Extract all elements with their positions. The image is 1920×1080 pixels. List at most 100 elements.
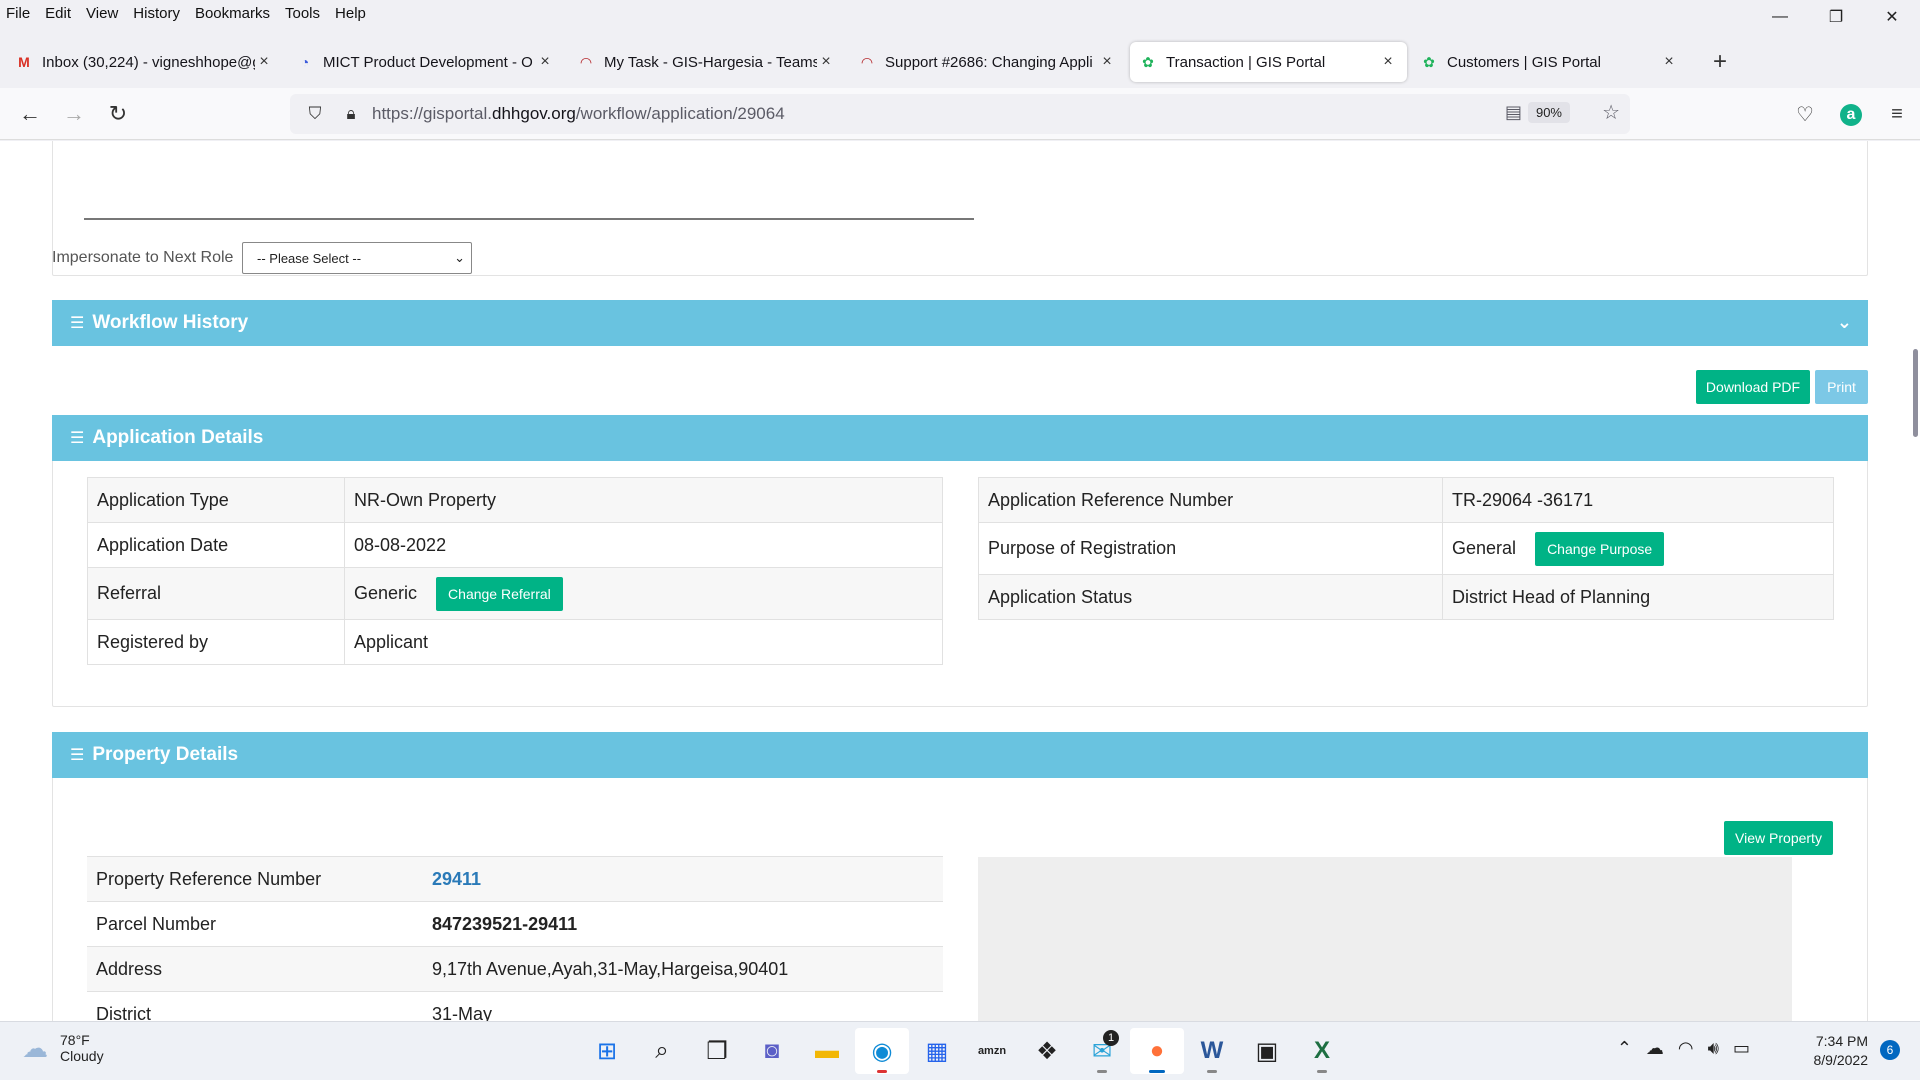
table-row: Application Type NR-Own Property — [87, 477, 943, 523]
chevron-down-icon[interactable]: ⌄ — [1837, 312, 1852, 333]
table-row: Referral Generic Change Referral — [87, 567, 943, 620]
gisportal-icon: ✿ — [1142, 53, 1154, 70]
teams-chat-icon[interactable]: ◙ — [745, 1028, 799, 1074]
tab-title: Transaction | GIS Portal — [1166, 53, 1326, 71]
close-window-button[interactable]: ✕ — [1864, 0, 1920, 34]
edge-icon[interactable]: ◉ — [855, 1028, 909, 1074]
close-tab-icon[interactable]: × — [1379, 53, 1397, 71]
panel-title: Property Details — [92, 744, 239, 765]
back-button[interactable]: ← — [8, 94, 52, 134]
menu-edit[interactable]: Edit — [45, 5, 71, 22]
property-details-table: Property Reference Number 29411 Parcel N… — [87, 856, 943, 1021]
change-referral-button[interactable]: Change Referral — [436, 576, 563, 611]
menu-file[interactable]: File — [6, 5, 30, 22]
property-reference-link[interactable]: 29411 — [423, 856, 943, 902]
mail-icon[interactable]: ✉ 1 — [1075, 1028, 1129, 1074]
menu-bookmarks[interactable]: Bookmarks — [195, 5, 270, 22]
menu-help[interactable]: Help — [335, 5, 366, 22]
reload-button[interactable]: ↻ — [96, 94, 140, 134]
pocket-icon[interactable]: ♡ — [1782, 102, 1828, 127]
taskbar: ☁ 78°F Cloudy ⊞ ⌕ ❐ ◙ ▬ ◉ ▦ amzn ❖ ✉ 1 ● … — [0, 1021, 1920, 1080]
word-icon[interactable]: W — [1185, 1028, 1239, 1074]
menu-history[interactable]: History — [133, 5, 180, 22]
menu-icon[interactable]: ≡ — [1874, 103, 1920, 126]
change-purpose-button[interactable]: Change Purpose — [1535, 531, 1665, 566]
gmail-icon: M — [18, 54, 30, 70]
weather-widget[interactable]: ☁ 78°F Cloudy — [22, 1032, 104, 1064]
workflow-history-header[interactable]: ☰ Workflow History ⌄ — [52, 300, 1868, 346]
store-icon[interactable]: ▦ — [910, 1028, 964, 1074]
view-property-button[interactable]: View Property — [1724, 821, 1833, 855]
property-details-header: ☰ Property Details — [52, 732, 1868, 778]
forward-button[interactable]: → — [52, 94, 96, 134]
notification-badge[interactable]: 6 — [1880, 1040, 1900, 1060]
field-label: Referral — [87, 567, 345, 620]
lock-icon[interactable]: 🔒︎ — [336, 104, 366, 124]
url-bar[interactable]: ⛉ 🔒︎ https://gisportal. dhhgov.org/workfl… — [290, 94, 1630, 134]
field-label: Property Reference Number — [87, 856, 423, 902]
amazon-icon[interactable]: amzn — [965, 1028, 1019, 1074]
tab-inbox[interactable]: M Inbox (30,224) - vigneshhope@g × — [6, 42, 283, 82]
table-row: Purpose of Registration General Change P… — [978, 522, 1834, 575]
impersonate-label: Impersonate to Next Role — [52, 249, 234, 266]
close-tab-icon[interactable]: × — [1098, 53, 1116, 71]
list-icon: ☰ — [70, 430, 85, 447]
menu-view[interactable]: View — [86, 5, 118, 22]
restore-button[interactable]: ❐ — [1808, 0, 1864, 34]
tab-mict[interactable]: ◔ MICT Product Development - O × — [287, 42, 564, 82]
clock[interactable]: 7:34 PM 8/9/2022 — [1814, 1032, 1869, 1070]
close-tab-icon[interactable]: × — [1660, 53, 1678, 71]
chevron-up-icon[interactable]: ⌃ — [1617, 1038, 1632, 1059]
clickup-icon: ◔ — [300, 54, 310, 70]
menu-tools[interactable]: Tools — [285, 5, 320, 22]
panel-title: Application Details — [92, 427, 264, 448]
tab-support[interactable]: ◠ Support #2686: Changing Appli × — [849, 42, 1126, 82]
list-icon: ☰ — [70, 315, 85, 332]
shield-icon[interactable]: ⛉ — [300, 104, 330, 124]
zoom-level[interactable]: 90% — [1527, 102, 1570, 123]
minimize-button[interactable]: — — [1752, 0, 1808, 34]
tab-strip: M Inbox (30,224) - vigneshhope@g × ◔ MIC… — [0, 40, 1920, 84]
tab-my-task[interactable]: ◠ My Task - GIS-Hargesia - Teams × — [568, 42, 845, 82]
download-pdf-button[interactable]: Download PDF — [1696, 370, 1810, 404]
close-tab-icon[interactable]: × — [817, 53, 835, 71]
field-label: Application Date — [87, 522, 345, 568]
property-map[interactable] — [978, 857, 1792, 1021]
firefox-icon[interactable]: ● — [1130, 1028, 1184, 1074]
cloud-icon: ☁ — [22, 1032, 48, 1063]
weather-temp: 78°F — [60, 1032, 90, 1048]
window-controls: — ❐ ✕ — [1752, 0, 1920, 34]
print-button[interactable]: Print — [1815, 370, 1868, 404]
close-tab-icon[interactable]: × — [536, 53, 554, 71]
file-explorer-icon[interactable]: ▬ — [800, 1028, 854, 1074]
mail-badge: 1 — [1103, 1030, 1119, 1046]
impersonate-select[interactable]: -- Please Select -- ⌄ — [242, 242, 472, 274]
close-tab-icon[interactable]: × — [255, 53, 273, 71]
battery-icon[interactable]: ▭ — [1733, 1038, 1750, 1059]
account-icon[interactable]: a — [1828, 102, 1874, 126]
onedrive-icon[interactable]: ☁ — [1646, 1038, 1664, 1059]
volume-icon[interactable]: 🔊︎ — [1708, 1038, 1719, 1059]
dropbox-icon[interactable]: ❖ — [1020, 1028, 1074, 1074]
field-value: Applicant — [344, 619, 943, 665]
windows-start-icon[interactable]: ⊞ — [580, 1028, 634, 1074]
clock-date: 8/9/2022 — [1813, 1052, 1869, 1068]
toolbar-right: ♡ a ≡ — [1782, 88, 1920, 140]
tab-title: Inbox (30,224) - vigneshhope@g — [42, 53, 255, 71]
calculator-icon[interactable]: ▣ — [1240, 1028, 1294, 1074]
page-viewport: Impersonate to Next Role -- Please Selec… — [0, 141, 1920, 1021]
gisportal-icon: ✿ — [1423, 53, 1435, 70]
page-scrollbar[interactable] — [1913, 349, 1918, 437]
tab-customers[interactable]: ✿ Customers | GIS Portal × — [1411, 42, 1688, 82]
task-view-icon[interactable]: ❐ — [690, 1028, 744, 1074]
wifi-icon[interactable]: ◠ — [1678, 1038, 1694, 1059]
application-details-left-table: Application Type NR-Own Property Applica… — [87, 477, 943, 665]
search-icon[interactable]: ⌕ — [635, 1028, 689, 1074]
star-icon[interactable]: ☆ — [1602, 100, 1620, 125]
url-path: /workflow/application/29064 — [575, 104, 785, 123]
panel-title: Workflow History — [92, 312, 249, 333]
tab-transaction[interactable]: ✿ Transaction | GIS Portal × — [1130, 42, 1407, 82]
new-tab-button[interactable]: + — [1702, 48, 1738, 76]
excel-icon[interactable]: X — [1295, 1028, 1349, 1074]
reader-view-icon[interactable]: ▤ — [1505, 102, 1522, 123]
